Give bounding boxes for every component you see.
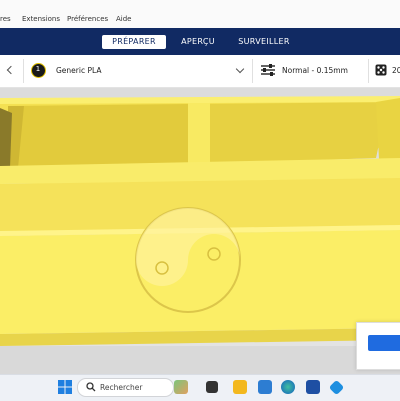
taskbar-search-box[interactable]: Rechercher xyxy=(77,378,174,397)
cura-app-icon[interactable] xyxy=(306,380,320,394)
3d-viewport[interactable] xyxy=(0,88,400,374)
tab-monitor[interactable]: SURVEILLER xyxy=(236,35,292,49)
search-icon xyxy=(86,382,96,392)
support-icon[interactable] xyxy=(375,64,387,76)
slice-button[interactable] xyxy=(368,335,400,351)
menu-bar: res Extensions Préférences Aide xyxy=(0,0,400,28)
tab-preview[interactable]: APERÇU xyxy=(176,35,220,49)
store-icon[interactable] xyxy=(258,380,272,394)
divider xyxy=(252,59,253,83)
model-render[interactable] xyxy=(0,88,400,374)
sliders-icon[interactable] xyxy=(260,62,276,78)
file-explorer-icon[interactable] xyxy=(233,380,247,394)
task-view-icon[interactable] xyxy=(206,381,218,393)
windows-start-icon[interactable] xyxy=(58,380,72,394)
menu-item-preferences[interactable]: Préférences xyxy=(67,15,108,23)
menu-item-extensions[interactable]: Extensions xyxy=(22,15,60,23)
support-value: 20 xyxy=(392,66,400,75)
divider xyxy=(368,59,369,83)
extruder-number: 1 xyxy=(35,65,41,73)
edge-browser-icon[interactable] xyxy=(281,380,295,394)
menu-item-resources[interactable]: res xyxy=(0,15,11,23)
tab-prepare[interactable]: PRÉPARER xyxy=(102,35,166,49)
profile-label[interactable]: Normal - 0.15mm xyxy=(282,66,348,75)
divider xyxy=(23,59,24,83)
taskbar-search-placeholder: Rechercher xyxy=(100,383,143,392)
material-label[interactable]: Generic PLA xyxy=(56,66,101,75)
menu-item-help[interactable]: Aide xyxy=(116,15,131,23)
widget-icon[interactable] xyxy=(174,380,188,394)
extruder-badge[interactable]: 1 xyxy=(31,63,46,78)
